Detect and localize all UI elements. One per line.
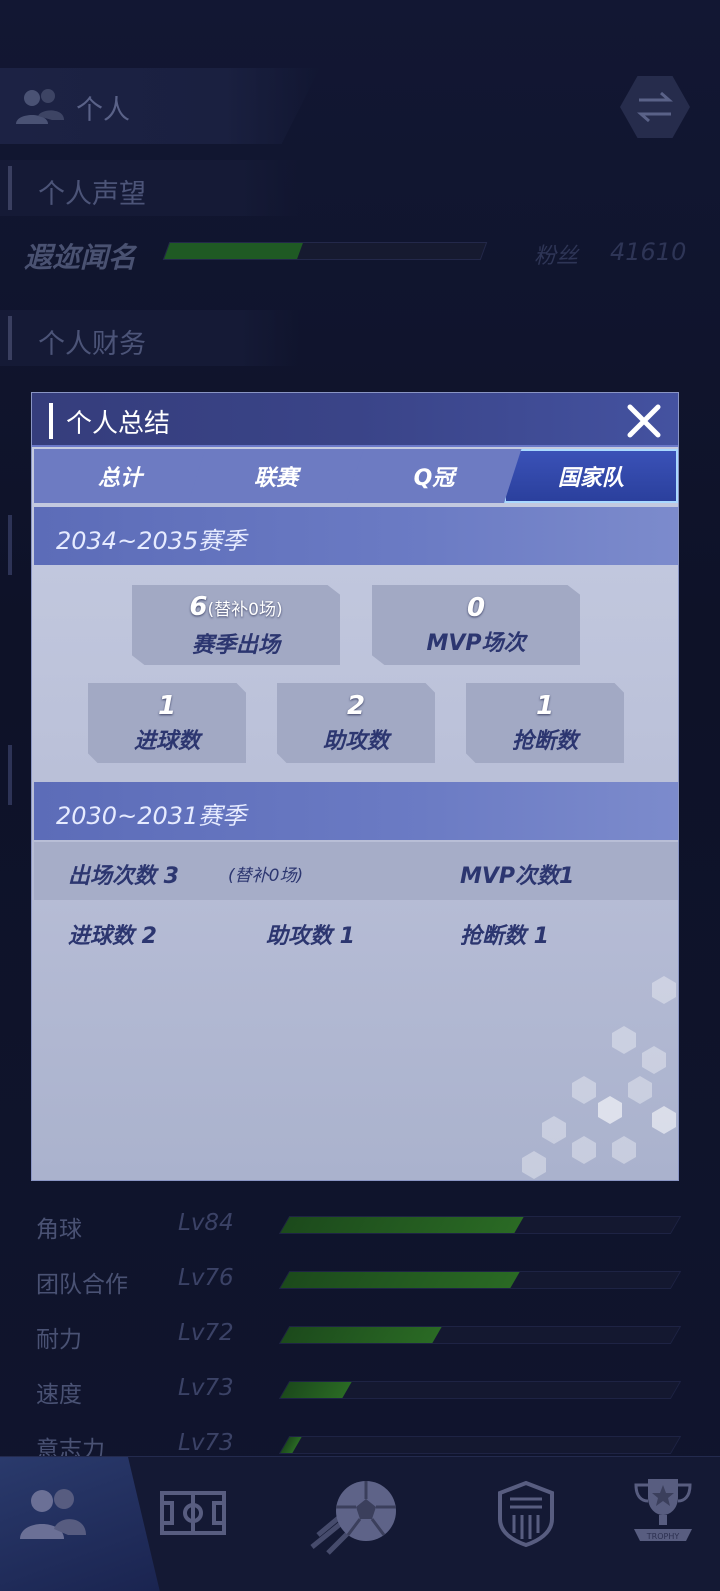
skill-row: 角球 Lv84 bbox=[0, 1198, 720, 1254]
skill-name: 团队合作 bbox=[36, 1272, 128, 1298]
past-mvp: MVP次数1 bbox=[460, 864, 575, 889]
field-icon bbox=[160, 1491, 226, 1535]
season-header-past: 2030~2031赛季 bbox=[34, 782, 678, 840]
rank-progress-fill bbox=[164, 243, 303, 259]
section-bar bbox=[8, 745, 12, 805]
tab-label: Q冠 bbox=[413, 466, 455, 491]
skill-progress-bar bbox=[278, 1271, 682, 1289]
nav-trophy[interactable]: TROPHY bbox=[620, 1457, 710, 1591]
tab-league[interactable]: 联赛 bbox=[188, 449, 364, 503]
skill-level: Lv72 bbox=[178, 1320, 234, 1346]
tab-q-cup[interactable]: Q冠 bbox=[346, 449, 522, 503]
skill-level: Lv73 bbox=[178, 1430, 234, 1456]
section-bar bbox=[8, 166, 12, 210]
nav-club[interactable] bbox=[490, 1457, 570, 1591]
skill-progress-bar bbox=[278, 1216, 682, 1234]
tackles-value: 1 bbox=[535, 691, 555, 721]
skill-progress-bar bbox=[278, 1326, 682, 1344]
past-goals: 进球数 2 bbox=[68, 924, 157, 949]
close-icon[interactable] bbox=[622, 399, 666, 443]
goals-label: 进球数 bbox=[133, 729, 200, 754]
fans-label: 粉丝 bbox=[534, 244, 579, 269]
tab-bar: 总计 联赛 Q冠 国家队 bbox=[34, 449, 678, 503]
skill-row: 耐力 Lv72 bbox=[0, 1308, 720, 1364]
appearances-label: 赛季出场 bbox=[191, 632, 280, 658]
nav-personal[interactable] bbox=[0, 1457, 160, 1591]
skill-name: 角球 bbox=[36, 1217, 82, 1243]
swap-button[interactable] bbox=[620, 76, 690, 138]
season-label: 2030~2031赛季 bbox=[56, 802, 247, 830]
people-icon bbox=[20, 1489, 86, 1539]
trophy-label: TROPHY bbox=[646, 1532, 680, 1541]
swap-arrows-icon bbox=[637, 91, 673, 123]
skill-progress-bar bbox=[278, 1436, 682, 1454]
rank-progress-bar bbox=[162, 242, 488, 260]
goals-value: 1 bbox=[157, 691, 177, 721]
modal-title: 个人总结 bbox=[66, 409, 171, 439]
skill-progress-fill bbox=[280, 1437, 302, 1453]
nav-match[interactable] bbox=[160, 1457, 240, 1591]
finance-title: 个人财务 bbox=[38, 329, 146, 360]
bottom-nav: TROPHY bbox=[0, 1456, 720, 1591]
skill-row: 速度 Lv73 bbox=[0, 1363, 720, 1419]
substitutes-text: (替补0场) bbox=[207, 599, 283, 620]
season-label: 2034~2035赛季 bbox=[56, 527, 247, 555]
tackles-label: 抢断数 bbox=[511, 729, 578, 754]
people-icon bbox=[16, 89, 64, 124]
personal-title: 个人 bbox=[76, 95, 130, 126]
season-header-current: 2034~2035赛季 bbox=[34, 507, 678, 565]
mvp-card: 0 MVP场次 bbox=[372, 585, 580, 665]
club-badge-icon bbox=[498, 1481, 554, 1547]
tackles-card: 1 抢断数 bbox=[466, 683, 624, 763]
past-appearances: 出场次数 3 bbox=[68, 864, 179, 889]
skill-level: Lv84 bbox=[178, 1210, 234, 1236]
tab-label: 国家队 bbox=[557, 466, 624, 491]
nav-play[interactable] bbox=[300, 1457, 420, 1591]
section-bar bbox=[8, 316, 12, 360]
assists-card: 2 助攻数 bbox=[277, 683, 435, 763]
fans-value: 41610 bbox=[610, 238, 687, 266]
assists-value: 2 bbox=[346, 691, 366, 721]
skill-progress-fill bbox=[280, 1327, 442, 1343]
past-assists: 助攻数 1 bbox=[266, 924, 355, 949]
skill-name: 速度 bbox=[36, 1382, 82, 1408]
tab-label: 联赛 bbox=[253, 466, 298, 491]
personal-header bbox=[0, 68, 320, 144]
skill-progress-fill bbox=[280, 1217, 524, 1233]
personal-summary-modal: 个人总结 总计 联赛 Q冠 国家队 2034~2035赛季 6(替补0场) 赛季… bbox=[31, 392, 679, 1181]
trophy-icon: TROPHY bbox=[634, 1479, 692, 1541]
past-season-row-2: 进球数 2 助攻数 1 抢断数 1 bbox=[34, 902, 678, 960]
assists-label: 助攻数 bbox=[322, 729, 389, 754]
skill-progress-bar bbox=[278, 1381, 682, 1399]
past-substitutes: (替补0场) bbox=[228, 866, 304, 886]
appearances-line: 6(替补0场) bbox=[189, 592, 282, 625]
tab-national-team[interactable]: 国家队 bbox=[504, 449, 678, 503]
tab-total[interactable]: 总计 bbox=[34, 449, 206, 503]
past-season-row-1: 出场次数 3 (替补0场) MVP次数1 bbox=[34, 842, 678, 900]
goals-card: 1 进球数 bbox=[88, 683, 246, 763]
appearances-value: 6 bbox=[189, 591, 208, 622]
skill-progress-fill bbox=[280, 1382, 353, 1398]
mvp-value: 0 bbox=[466, 593, 486, 623]
reputation-title: 个人声望 bbox=[38, 179, 146, 210]
mvp-label: MVP场次 bbox=[426, 631, 526, 656]
skill-row: 团队合作 Lv76 bbox=[0, 1253, 720, 1309]
modal-header: 个人总结 bbox=[32, 393, 678, 447]
rank-title: 遐迩闻名 bbox=[24, 241, 137, 274]
header-accent-bar bbox=[49, 403, 53, 439]
section-bar bbox=[8, 515, 12, 575]
football-icon bbox=[310, 1481, 396, 1555]
skill-progress-fill bbox=[280, 1272, 520, 1288]
hexagon-pattern-decoration bbox=[522, 976, 676, 1179]
skill-level: Lv73 bbox=[178, 1375, 234, 1401]
past-tackles: 抢断数 1 bbox=[460, 924, 549, 949]
appearances-card: 6(替补0场) 赛季出场 bbox=[132, 585, 340, 665]
tab-label: 总计 bbox=[97, 466, 142, 491]
skill-name: 耐力 bbox=[36, 1327, 82, 1353]
skill-level: Lv76 bbox=[178, 1265, 234, 1291]
